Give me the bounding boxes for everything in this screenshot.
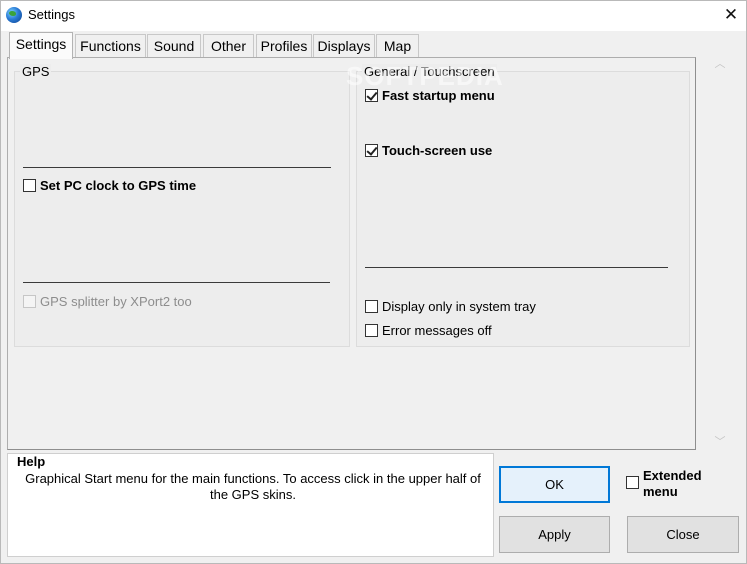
close-button[interactable]: Close <box>627 516 739 553</box>
help-label: Help <box>17 454 46 469</box>
window-title: Settings <box>28 7 75 22</box>
system-tray-label: Display only in system tray <box>382 299 536 314</box>
divider-line <box>23 282 330 283</box>
extended-menu-label: Extended menu <box>643 468 702 500</box>
scroll-down-icon[interactable]: ﹀ <box>710 435 730 449</box>
checkbox-box[interactable] <box>626 476 639 489</box>
tab-profiles[interactable]: Profiles <box>256 34 312 58</box>
tab-other[interactable]: Other <box>203 34 254 58</box>
scroll-column: ︿ ﹀ <box>697 53 742 453</box>
extended-menu-checkbox[interactable]: Extended menu <box>626 468 702 500</box>
error-messages-checkbox[interactable]: Error messages off <box>365 323 492 338</box>
gps-splitter-label: GPS splitter by XPort2 too <box>40 294 192 309</box>
system-tray-checkbox[interactable]: Display only in system tray <box>365 299 536 314</box>
extended-menu-label-line1: Extended <box>643 468 702 483</box>
touch-screen-checkbox[interactable]: Touch-screen use <box>365 143 492 158</box>
scroll-up-icon[interactable]: ︿ <box>710 57 730 71</box>
tab-settings[interactable]: Settings <box>9 32 73 59</box>
checkbox-box[interactable] <box>365 324 378 337</box>
checkbox-box[interactable] <box>23 179 36 192</box>
close-icon[interactable]: ✕ <box>719 4 743 26</box>
tab-map[interactable]: Map <box>376 34 419 58</box>
checkbox-box[interactable] <box>365 300 378 313</box>
set-pc-clock-label: Set PC clock to GPS time <box>40 178 197 193</box>
gps-group-label: GPS <box>20 64 52 79</box>
touch-screen-label: Touch-screen use <box>382 143 493 158</box>
extended-menu-label-line2: menu <box>643 484 678 499</box>
fast-startup-label: Fast startup menu <box>382 88 495 103</box>
gps-splitter-checkbox: GPS splitter by XPort2 too <box>23 294 192 309</box>
checkbox-box[interactable] <box>365 144 378 157</box>
checkbox-box[interactable] <box>365 89 378 102</box>
ok-button[interactable]: OK <box>499 466 610 503</box>
tab-sound[interactable]: Sound <box>147 34 201 58</box>
settings-window: Settings ✕ Settings Functions Sound Othe… <box>0 0 747 564</box>
divider-line <box>365 267 668 268</box>
help-panel <box>7 453 494 557</box>
general-group-label: General / Touchscreen <box>362 64 497 79</box>
set-pc-clock-checkbox[interactable]: Set PC clock to GPS time <box>23 178 196 193</box>
globe-icon <box>6 7 22 23</box>
help-text: Graphical Start menu for the main functi… <box>25 471 481 502</box>
divider-line <box>23 167 331 168</box>
fast-startup-checkbox[interactable]: Fast startup menu <box>365 88 495 103</box>
apply-button[interactable]: Apply <box>499 516 610 553</box>
title-bar[interactable]: Settings ✕ <box>1 1 746 31</box>
tab-displays[interactable]: Displays <box>313 34 375 58</box>
error-messages-label: Error messages off <box>382 323 492 338</box>
checkbox-box <box>23 295 36 308</box>
tab-functions[interactable]: Functions <box>75 34 146 58</box>
